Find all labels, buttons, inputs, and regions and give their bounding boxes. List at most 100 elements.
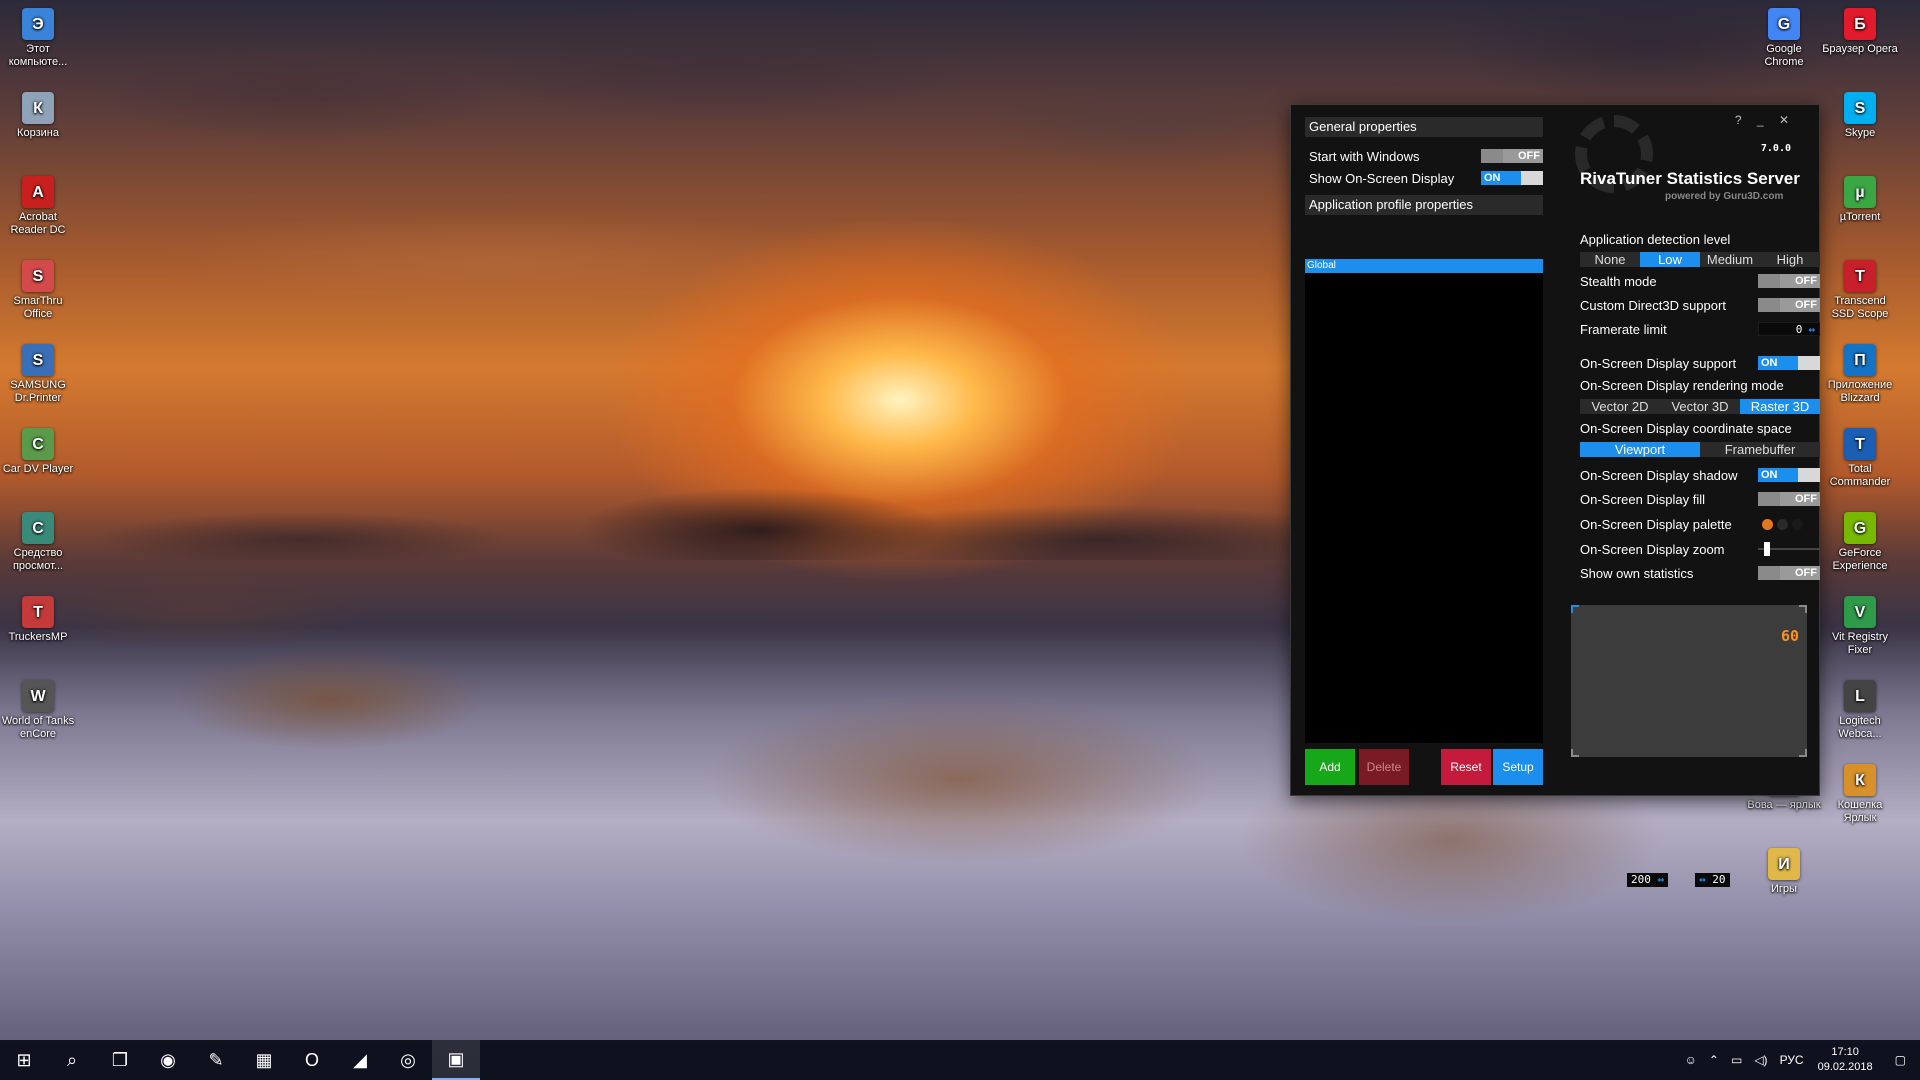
osd-support-label: On-Screen Display support: [1580, 355, 1737, 371]
coord-space-selector[interactable]: Viewport Framebuffer: [1580, 441, 1820, 457]
osd-support-toggle[interactable]: ON: [1758, 356, 1820, 370]
desktop-icon[interactable]: G Google Chrome: [1746, 8, 1822, 69]
desktop-icon[interactable]: G GeForce Experience: [1822, 512, 1898, 573]
search-icon[interactable]: ⌕: [48, 1040, 96, 1080]
stepper-arrows-icon[interactable]: ↔: [1808, 323, 1815, 336]
desktop-icon[interactable]: Б Браузер Opera: [1822, 8, 1898, 56]
desktop-icon[interactable]: S Skype: [1822, 92, 1898, 140]
acrobat-icon: A: [22, 176, 54, 208]
people-icon[interactable]: ☺: [1679, 1053, 1703, 1067]
notification-icon[interactable]: ▢: [1881, 1053, 1920, 1067]
paint-icon[interactable]: ✎: [192, 1040, 240, 1080]
desktop-icon-label: µTorrent: [1839, 211, 1881, 223]
osd-preview[interactable]: 60: [1571, 605, 1807, 757]
render-mode-selector[interactable]: Vector 2D Vector 3D Raster 3D: [1580, 398, 1820, 414]
palette-swatch[interactable]: [1792, 518, 1803, 530]
desktop-icon[interactable]: A Acrobat Reader DC: [0, 176, 76, 237]
reset-button[interactable]: Reset: [1441, 749, 1491, 785]
language-indicator[interactable]: РУС: [1774, 1053, 1810, 1067]
setup-button[interactable]: Setup: [1493, 749, 1543, 785]
segment-option[interactable]: Medium: [1700, 252, 1760, 267]
framerate-label: Framerate limit: [1580, 321, 1667, 337]
show-osd-row: Show On-Screen Display ON: [1305, 167, 1543, 189]
taskbar: ⊞ ⌕ ❐ ◉ ✎ ▦ O ◢ ◎ ▣ ☺ ⌃ ▭ ◁) РУС 17:10 09.02.2018 …: [0, 1040, 1920, 1080]
desktop-icon[interactable]: И Игры: [1746, 848, 1822, 896]
segment-option[interactable]: High: [1760, 252, 1820, 267]
coord-label-row: On-Screen Display coordinate space: [1580, 418, 1820, 438]
profile-item-global[interactable]: Global: [1305, 259, 1543, 273]
custom-d3d-toggle[interactable]: OFF: [1758, 298, 1820, 312]
network-icon[interactable]: ▭: [1725, 1053, 1748, 1067]
desktop-icon-label: Средство просмот...: [12, 547, 64, 572]
viewer-icon: С: [22, 512, 54, 544]
webcam-icon: L: [1844, 680, 1876, 712]
start-with-windows-label: Start with Windows: [1309, 148, 1420, 164]
volume-icon[interactable]: ◁): [1748, 1053, 1773, 1067]
desktop-icon[interactable]: µ µTorrent: [1822, 176, 1898, 224]
desktop-icon-label: Google Chrome: [1764, 43, 1804, 68]
desktop-icon[interactable]: T TruckersMP: [0, 596, 76, 644]
task-view-icon[interactable]: ❐: [96, 1040, 144, 1080]
palette-row: On-Screen Display palette: [1580, 514, 1820, 534]
start-icon[interactable]: ⊞: [0, 1040, 48, 1080]
chrome-icon[interactable]: ◉: [144, 1040, 192, 1080]
desktop-icon-label: Acrobat Reader DC: [10, 211, 66, 236]
desktop-icon[interactable]: С Средство просмот...: [0, 512, 76, 573]
profile-list[interactable]: Global: [1305, 259, 1543, 743]
desktop-icon[interactable]: К Кошелка Ярлык: [1822, 764, 1898, 825]
segment-option[interactable]: None: [1580, 252, 1640, 267]
desktop-icon[interactable]: S SAMSUNG Dr.Printer: [0, 344, 76, 405]
desktop-icon[interactable]: S SmarThru Office: [0, 260, 76, 321]
own-stats-toggle[interactable]: OFF: [1758, 566, 1820, 580]
stealth-toggle[interactable]: OFF: [1758, 274, 1820, 288]
show-osd-label: Show On-Screen Display: [1309, 170, 1455, 186]
calculator-icon[interactable]: ▦: [240, 1040, 288, 1080]
start-with-windows-toggle[interactable]: OFF: [1481, 149, 1543, 163]
segment-option[interactable]: Low: [1640, 251, 1700, 267]
desktop-icon[interactable]: T Transcend SSD Scope: [1822, 260, 1898, 321]
rtss-window: General properties Start with Windows OF…: [1290, 104, 1820, 887]
zoom-slider[interactable]: [1758, 542, 1820, 556]
tray-chevron-icon[interactable]: ⌃: [1703, 1053, 1725, 1067]
desktop-icon[interactable]: T Total Commander: [1822, 428, 1898, 489]
steam-icon[interactable]: ◎: [384, 1040, 432, 1080]
recycle-bin-icon: К: [22, 92, 54, 124]
window-controls[interactable]: ? _ ✕: [1735, 113, 1795, 127]
segment-option[interactable]: Framebuffer: [1700, 442, 1820, 457]
palette-swatch[interactable]: [1762, 518, 1773, 530]
desktop-icon-label: Car DV Player: [2, 463, 74, 475]
own-stats-label: Show own statistics: [1580, 565, 1694, 581]
segment-option[interactable]: Vector 3D: [1660, 399, 1740, 414]
segment-option[interactable]: Vector 2D: [1580, 399, 1660, 414]
desktop-icon[interactable]: C Car DV Player: [0, 428, 76, 476]
pos-x-stepper[interactable]: 200 ↔: [1627, 873, 1669, 887]
desktop-icon[interactable]: L Logitech Webca...: [1822, 680, 1898, 741]
msi-afterburner-icon[interactable]: ◢: [336, 1040, 384, 1080]
registry-fixer-icon: V: [1844, 596, 1876, 628]
zoom-slider-thumb[interactable]: [1763, 542, 1770, 556]
desktop-icon[interactable]: П Приложение Blizzard: [1822, 344, 1898, 405]
rtss-icon[interactable]: ▣: [432, 1040, 480, 1080]
detection-level-selector[interactable]: None Low Medium High: [1580, 251, 1820, 267]
app-title: RivaTuner Statistics Server: [1580, 169, 1800, 188]
truck-icon: T: [22, 596, 54, 628]
desktop-icon[interactable]: Э Этот компьюте...: [0, 8, 76, 69]
clock[interactable]: 17:10 09.02.2018: [1810, 1045, 1881, 1075]
palette-swatch[interactable]: [1777, 518, 1788, 530]
framerate-input[interactable]: 0 ↔: [1758, 322, 1820, 336]
pos-y-stepper[interactable]: ↔ 20: [1695, 873, 1730, 887]
shadow-toggle[interactable]: ON: [1758, 468, 1820, 482]
opera-icon[interactable]: O: [288, 1040, 336, 1080]
desktop-icon[interactable]: К Корзина: [0, 92, 76, 140]
version-label: 7.0.0: [1760, 143, 1791, 154]
show-osd-toggle[interactable]: ON: [1481, 171, 1543, 185]
segment-option[interactable]: Raster 3D: [1740, 398, 1820, 414]
desktop-icon[interactable]: V Vit Registry Fixer: [1822, 596, 1898, 657]
delete-button[interactable]: Delete: [1359, 749, 1409, 785]
fill-toggle[interactable]: OFF: [1758, 492, 1820, 506]
palette-swatches[interactable]: [1758, 518, 1820, 530]
desktop-icon-label: Игры: [1771, 883, 1797, 895]
desktop-icon[interactable]: W World of Tanks enCore: [0, 680, 76, 741]
segment-option[interactable]: Viewport: [1580, 441, 1700, 457]
add-button[interactable]: Add: [1305, 749, 1355, 785]
